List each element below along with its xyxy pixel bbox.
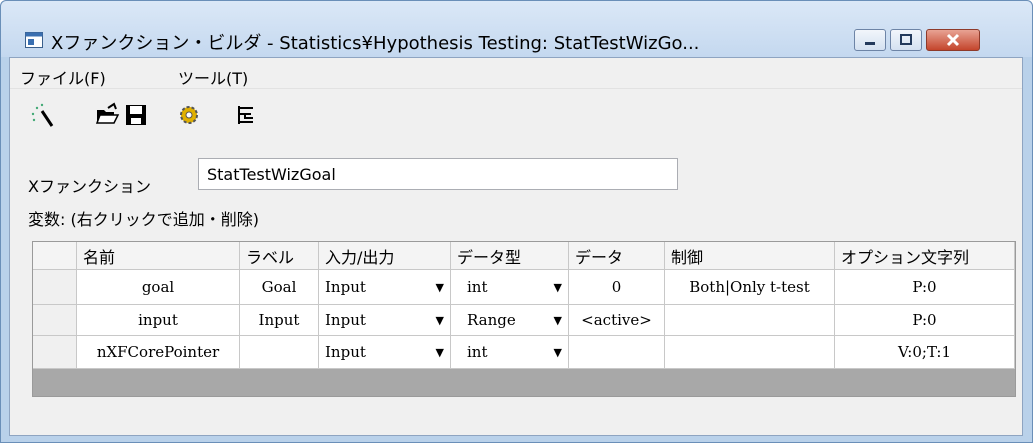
column-header-name[interactable]: 名前 bbox=[77, 242, 240, 270]
maximize-button[interactable] bbox=[890, 29, 922, 51]
cell-data[interactable]: 0 bbox=[569, 270, 665, 305]
cell-type-dropdown[interactable]: int ▼ bbox=[451, 270, 569, 305]
open-button[interactable] bbox=[92, 100, 122, 130]
save-button[interactable] bbox=[121, 100, 151, 130]
app-window: Xファンクション・ビルダ - Statistics¥Hypothesis Tes… bbox=[0, 0, 1033, 443]
column-header-data[interactable]: データ bbox=[569, 242, 665, 270]
cell-data[interactable]: <active> bbox=[569, 305, 665, 336]
cell-name[interactable]: input bbox=[77, 305, 240, 336]
xfunction-label: Xファンクション bbox=[28, 177, 151, 196]
menu-tools[interactable]: ツール(T) bbox=[178, 65, 248, 89]
cell-label[interactable]: Input bbox=[240, 305, 319, 336]
cell-io-value: Input bbox=[325, 311, 366, 329]
cell-name[interactable]: goal bbox=[77, 270, 240, 305]
minimize-button[interactable] bbox=[854, 29, 886, 51]
window-title: Xファンクション・ビルダ - Statistics¥Hypothesis Tes… bbox=[51, 33, 700, 54]
cell-control[interactable]: Both|Only t-test bbox=[665, 270, 835, 305]
close-icon bbox=[946, 33, 960, 47]
cell-type-value: int bbox=[467, 343, 488, 361]
grid-header-row: 名前 ラベル 入力/出力 データ型 データ 制御 オプション文字列 bbox=[33, 242, 1015, 270]
column-header-label[interactable]: ラベル bbox=[240, 242, 319, 270]
table-row[interactable]: input Input Input ▼ Range ▼ <active> P:0 bbox=[33, 305, 1015, 336]
toolbar bbox=[10, 94, 1022, 134]
wand-new-icon bbox=[31, 103, 54, 127]
cell-option[interactable]: P:0 bbox=[835, 305, 1015, 336]
client-area: ファイル(F) ツール(T) Xファンクション StatTestWizGoal … bbox=[9, 57, 1023, 436]
cell-io-value: Input bbox=[325, 343, 366, 361]
row-header[interactable] bbox=[33, 270, 77, 305]
compile-gear-icon bbox=[180, 106, 198, 124]
cell-option[interactable]: V:0;T:1 bbox=[835, 336, 1015, 369]
cell-name[interactable]: nXFCorePointer bbox=[77, 336, 240, 369]
dropdown-arrow-icon[interactable]: ▼ bbox=[554, 314, 562, 327]
save-disk-icon bbox=[126, 105, 146, 125]
app-window-icon bbox=[25, 32, 43, 48]
row-header[interactable] bbox=[33, 305, 77, 336]
cell-control[interactable] bbox=[665, 336, 835, 369]
header-rowhead bbox=[33, 242, 77, 270]
cell-io-dropdown[interactable]: Input ▼ bbox=[319, 305, 451, 336]
dropdown-arrow-icon[interactable]: ▼ bbox=[554, 281, 562, 294]
tree-view-icon bbox=[238, 106, 253, 124]
maximize-icon bbox=[900, 34, 912, 45]
table-row[interactable]: goal Goal Input ▼ int ▼ 0 Both|Only t-test… bbox=[33, 270, 1015, 305]
column-header-option[interactable]: オプション文字列 bbox=[835, 242, 1015, 270]
cell-io-dropdown[interactable]: Input ▼ bbox=[319, 336, 451, 369]
row-header[interactable] bbox=[33, 336, 77, 369]
close-button[interactable] bbox=[926, 29, 980, 51]
cell-label[interactable]: Goal bbox=[240, 270, 319, 305]
cell-io-value: Input bbox=[325, 278, 366, 296]
dropdown-arrow-icon[interactable]: ▼ bbox=[554, 346, 562, 359]
xfunction-name-input[interactable]: StatTestWizGoal bbox=[198, 158, 678, 190]
variables-label: 変数: (右クリックで追加・削除) bbox=[28, 210, 259, 229]
minimize-icon bbox=[865, 42, 875, 45]
cell-option[interactable]: P:0 bbox=[835, 270, 1015, 305]
dropdown-arrow-icon[interactable]: ▼ bbox=[436, 281, 444, 294]
column-header-datatype[interactable]: データ型 bbox=[451, 242, 569, 270]
column-header-io[interactable]: 入力/出力 bbox=[319, 242, 451, 270]
table-row[interactable]: nXFCorePointer Input ▼ int ▼ V:0;T:1 bbox=[33, 336, 1015, 369]
cell-type-value: Range bbox=[467, 311, 516, 329]
cell-control[interactable] bbox=[665, 305, 835, 336]
cell-type-value: int bbox=[467, 278, 488, 296]
tree-view-button[interactable] bbox=[231, 100, 261, 130]
new-wizard-button[interactable] bbox=[27, 100, 57, 130]
cell-data[interactable] bbox=[569, 336, 665, 369]
cell-type-dropdown[interactable]: Range ▼ bbox=[451, 305, 569, 336]
dropdown-arrow-icon[interactable]: ▼ bbox=[436, 346, 444, 359]
open-folder-icon bbox=[95, 102, 120, 124]
variables-grid: 名前 ラベル 入力/出力 データ型 データ 制御 オプション文字列 goal G… bbox=[32, 241, 1016, 397]
cell-type-dropdown[interactable]: int ▼ bbox=[451, 336, 569, 369]
column-header-control[interactable]: 制御 bbox=[665, 242, 835, 270]
compile-button[interactable] bbox=[174, 100, 204, 130]
menu-bar: ファイル(F) ツール(T) bbox=[10, 58, 1022, 89]
cell-io-dropdown[interactable]: Input ▼ bbox=[319, 270, 451, 305]
title-bar[interactable]: Xファンクション・ビルダ - Statistics¥Hypothesis Tes… bbox=[1, 1, 1032, 57]
menu-file[interactable]: ファイル(F) bbox=[20, 65, 106, 89]
cell-label[interactable] bbox=[240, 336, 319, 369]
dropdown-arrow-icon[interactable]: ▼ bbox=[436, 314, 444, 327]
